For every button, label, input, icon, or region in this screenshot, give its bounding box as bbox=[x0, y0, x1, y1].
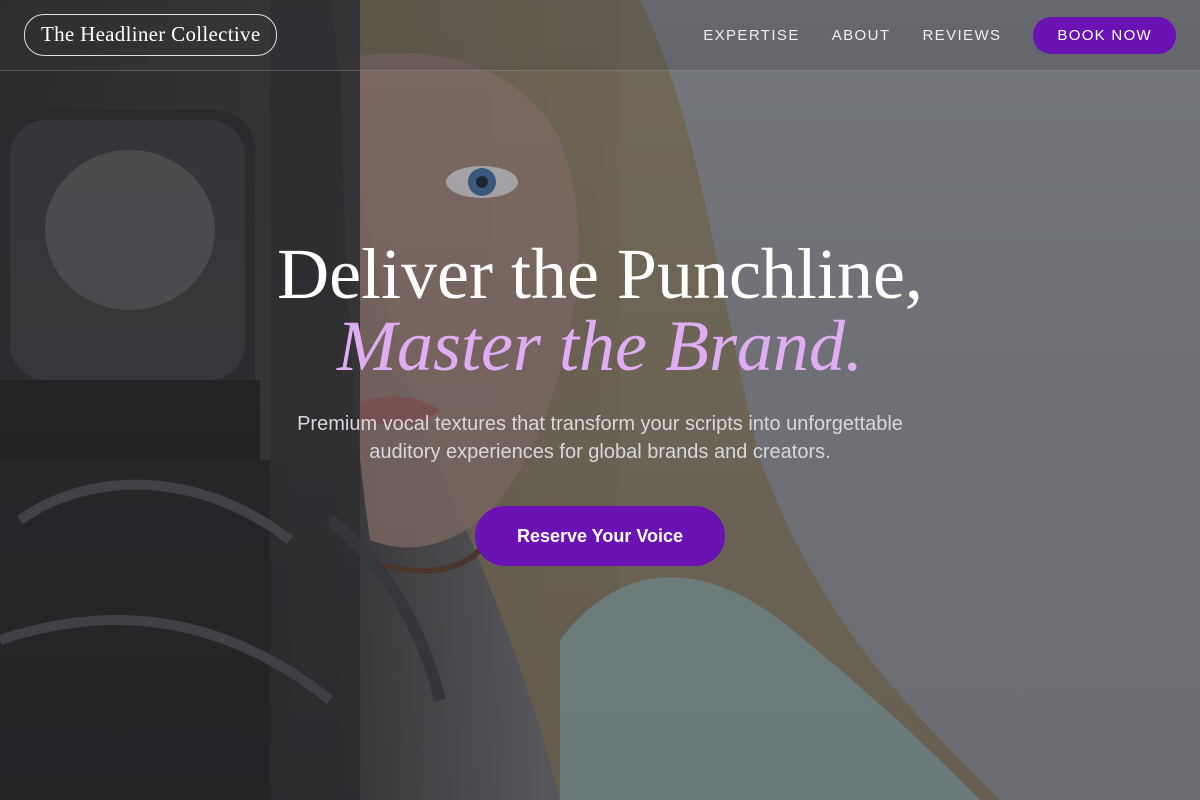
hero-section: Deliver the Punchline, Master the Brand.… bbox=[0, 236, 1200, 566]
headline-line-2: Master the Brand. bbox=[337, 306, 863, 386]
reserve-voice-button[interactable]: Reserve Your Voice bbox=[475, 506, 725, 566]
brand-logo[interactable]: The Headliner Collective bbox=[24, 14, 278, 56]
hero-subtitle: Premium vocal textures that transform yo… bbox=[297, 413, 903, 463]
nav-link-expertise[interactable]: EXPERTISE bbox=[703, 27, 800, 44]
main-nav: EXPERTISE ABOUT REVIEWS BOOK NOW bbox=[703, 16, 1176, 54]
nav-link-reviews[interactable]: REVIEWS bbox=[922, 27, 1001, 44]
nav-link-about[interactable]: ABOUT bbox=[832, 27, 891, 44]
book-now-button[interactable]: BOOK NOW bbox=[1033, 16, 1176, 54]
headline-line-1: Deliver the Punchline, bbox=[277, 234, 923, 314]
hero-headline: Deliver the Punchline, Master the Brand. bbox=[0, 234, 1200, 386]
site-header: The Headliner Collective EXPERTISE ABOUT… bbox=[0, 0, 1200, 71]
